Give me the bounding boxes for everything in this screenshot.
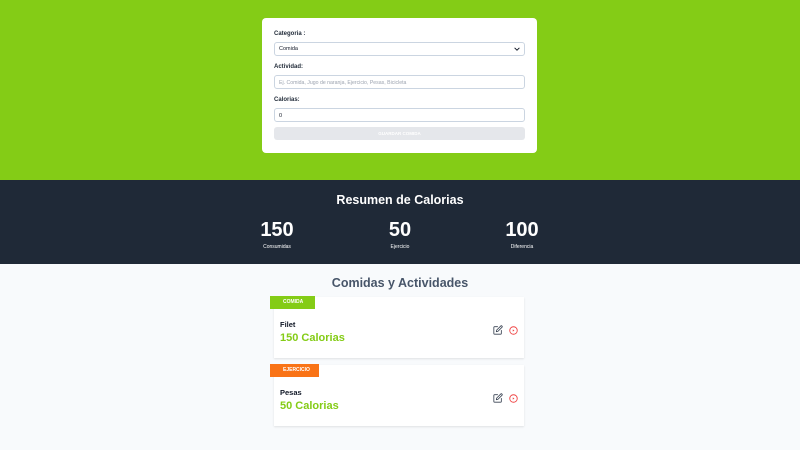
item-calories: 150 Calorias (280, 332, 345, 344)
calories-label: Calorias: (274, 97, 300, 103)
calories-value: 0 (279, 112, 283, 119)
stat-exercise-value: 50 (388, 219, 412, 241)
activity-placeholder: Ej. Comida, Jugo de naranja, Ejercicio, … (279, 79, 407, 86)
circle-x-icon[interactable] (509, 322, 518, 335)
activities-title: Comidas y Actividades (331, 276, 469, 290)
category-badge: Ejercicio (270, 364, 319, 377)
stat-consumed: 150 Consumidas (237, 218, 317, 250)
chevron-down-icon (514, 46, 520, 54)
list-item: Comida Filet 150 Calorias (270, 296, 524, 358)
summary-section: Resumen de Calorias 150 Consumidas 50 Ej… (0, 180, 800, 264)
edit-icon[interactable] (493, 322, 503, 335)
edit-icon[interactable] (493, 390, 503, 403)
category-label: Categoria : (274, 31, 306, 37)
circle-x-icon[interactable] (509, 390, 518, 403)
summary-title: Resumen de Calorias (336, 193, 464, 207)
category-select[interactable]: Comida (274, 42, 525, 56)
stat-difference-label: Diferencia (510, 244, 534, 250)
activity-input[interactable]: Ej. Comida, Jugo de naranja, Ejercicio, … (274, 75, 525, 89)
category-select-value: Comida (279, 46, 298, 52)
save-button[interactable]: Guardar Comida (274, 127, 525, 140)
stat-consumed-value: 150 (260, 219, 294, 241)
list-item: Ejercicio Pesas 50 Calorias (270, 364, 524, 426)
calories-input[interactable]: 0 (274, 108, 525, 122)
category-badge: Comida (270, 296, 315, 309)
activity-label: Actividad: (274, 64, 304, 70)
stat-difference: 100 Diferencia (482, 218, 562, 250)
stat-consumed-label: Consumidas (263, 244, 291, 250)
item-name: Filet (280, 320, 296, 329)
stat-exercise-label: Ejercicio (390, 244, 410, 250)
stat-exercise: 50 Ejercicio (360, 218, 440, 250)
calorie-form: Categoria : Comida Actividad: Ej. Comida… (262, 18, 537, 153)
stat-difference-value: 100 (505, 219, 539, 241)
item-name: Pesas (280, 388, 302, 397)
form-section: Categoria : Comida Actividad: Ej. Comida… (0, 0, 800, 180)
item-calories: 50 Calorias (280, 400, 339, 412)
